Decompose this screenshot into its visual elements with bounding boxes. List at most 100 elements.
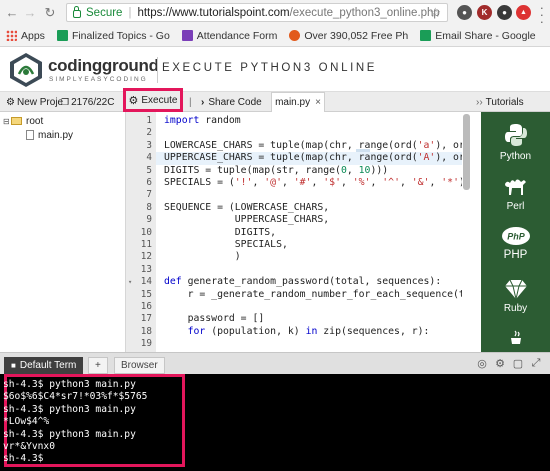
add-label: +	[95, 360, 101, 371]
fullscreen-icon[interactable]: ⤢	[528, 357, 544, 370]
line-number: 3	[146, 139, 152, 151]
forward-arrow-icon[interactable]: →	[20, 5, 40, 20]
lang-more[interactable]	[481, 330, 550, 349]
code-line: def generate_random_password(total, sequ…	[164, 276, 442, 288]
code-editor[interactable]: 1 2 3 4 5 6 7 8 9 10 11 12 13 14 ▾ 15 16 17 18 19 import ra…	[126, 112, 472, 352]
collapse-arrows-icon: ››	[476, 96, 483, 108]
bookmark-email-share[interactable]: Email Share - Google	[420, 29, 536, 42]
share-code-button[interactable]: › Share Code	[201, 92, 262, 112]
editor-scrollbar[interactable]	[463, 114, 470, 190]
terminal-line: sh-4.3$ python3 main.py	[3, 403, 136, 415]
project-id-button[interactable]: ❒ 2176/22C	[61, 92, 114, 112]
tree-item-main-py[interactable]: main.py	[0, 128, 125, 142]
lang-label: Python	[499, 151, 532, 162]
share-code-label: Share Code	[208, 96, 262, 108]
extension-icon[interactable]: ●	[457, 5, 472, 20]
tutorials-label: Tutorials	[485, 96, 524, 108]
line-number: 10	[140, 226, 152, 238]
tab-label: Default Term	[19, 360, 77, 371]
lang-label: Ruby	[503, 303, 528, 314]
execute-label: Execute	[141, 94, 178, 106]
line-number: 11	[140, 239, 152, 250]
bookmark-apps[interactable]: Apps	[6, 30, 45, 42]
line-number: 8	[146, 201, 152, 213]
collapse-minus-icon[interactable]: ⊟	[3, 117, 11, 126]
bookmark-label: Apps	[21, 29, 45, 42]
svg-text:PhP: PhP	[507, 232, 526, 242]
terminal-tab-bar: ■ Default Term + Browser ◎ ⚙ ▢ ⤢	[0, 352, 550, 374]
tab-label: main.py	[275, 97, 311, 108]
java-cup-icon	[510, 330, 521, 344]
code-line: password = []	[164, 313, 265, 325]
fold-arrow-icon[interactable]: ▾	[128, 278, 132, 286]
tab-browser[interactable]: Browser	[114, 357, 165, 374]
code-line: UPPERCASE_CHARS = tuple(map(chr, range(o…	[156, 152, 462, 165]
tutorials-sidebar: Python Perl PhP PHP Ruby	[481, 112, 550, 352]
terminal-output[interactable]: sh-4.3$ python3 main.py $6o$%6$C4*sr7!*03…	[0, 374, 550, 471]
code-line: DIGITS,	[164, 226, 277, 238]
browser-address-bar: ← → ↻ Secure | https://www.tutorialspoin…	[0, 0, 550, 28]
maximize-icon[interactable]: ▢	[510, 357, 526, 370]
line-number: 15	[140, 288, 152, 300]
photo-site-icon	[289, 30, 301, 41]
file-icon	[26, 130, 34, 140]
code-line: r = _generate_random_number_for_each_seq…	[164, 288, 462, 300]
codingground-logo-icon[interactable]	[8, 52, 44, 88]
back-arrow-icon[interactable]: ←	[2, 5, 22, 20]
code-line: LOWERCASE_CHARS = tuple(map(chr, range(o…	[164, 139, 462, 151]
php-logo-icon: PhP	[501, 227, 530, 245]
bookmark-free-photos[interactable]: Over 390,052 Free Ph	[289, 30, 408, 42]
lang-php[interactable]: PhP PHP	[481, 226, 550, 261]
tree-item-label: main.py	[38, 129, 74, 141]
project-id-label: 2176/22C	[71, 96, 115, 108]
code-area[interactable]: import random LOWERCASE_CHARS = tuple(map…	[156, 112, 462, 352]
line-number: 16	[140, 301, 152, 312]
line-number: 19	[140, 338, 152, 350]
terminal-line: sh-4.3$	[3, 453, 44, 465]
lang-label: Perl	[506, 201, 525, 212]
toolbar-separator: |	[189, 96, 192, 108]
code-line: import random	[164, 115, 241, 126]
bookmark-attendance-form[interactable]: Attendance Form	[181, 30, 277, 42]
lang-ruby[interactable]: Ruby	[481, 278, 550, 314]
browser-menu-icon[interactable]: · · ·	[540, 1, 544, 28]
url-host: https://www.tutorialspoint.com	[137, 6, 290, 19]
close-icon[interactable]: ×	[315, 97, 321, 108]
add-terminal-button[interactable]: +	[88, 357, 108, 374]
gear-icon: ⚙	[128, 94, 139, 107]
bookmark-label: Email Share - Google	[435, 29, 536, 42]
bookmark-label: Over 390,052 Free Ph	[304, 29, 409, 42]
settings-icon[interactable]: ⚙	[492, 357, 508, 370]
terminal-icons: ◎ ⚙ ▢ ⤢	[472, 357, 544, 370]
tutorials-header[interactable]: ›› Tutorials	[470, 92, 550, 112]
url-path: /execute_python3_online.php	[289, 6, 440, 19]
bookmark-finalized-topics[interactable]: Finalized Topics - Go	[56, 30, 170, 42]
gear-icon: ⚙	[6, 96, 15, 108]
extension-dark-icon[interactable]: ●	[497, 5, 512, 20]
tab-label: Browser	[121, 360, 158, 371]
terminal-line: vr*&Yvnx0	[3, 441, 55, 452]
k-extension-icon[interactable]: K	[477, 5, 492, 20]
tab-main-py[interactable]: main.py ×	[271, 92, 325, 112]
lock-icon	[73, 5, 81, 18]
line-number: 6	[146, 177, 152, 188]
lang-python[interactable]: Python	[481, 122, 550, 162]
line-number: 5	[146, 164, 152, 176]
extension-red-icon[interactable]: ▲	[516, 5, 531, 20]
reload-icon[interactable]: ↻	[40, 5, 60, 21]
line-number: 14	[140, 276, 152, 288]
globe-icon[interactable]: ◎	[474, 357, 490, 370]
share-arrow-icon: ›	[201, 96, 205, 108]
execute-button[interactable]: ⚙ Execute	[123, 88, 183, 112]
tab-default-term[interactable]: ■ Default Term	[4, 357, 84, 374]
lang-perl[interactable]: Perl	[481, 174, 550, 212]
bookmark-star-icon[interactable]: ☆	[429, 5, 441, 21]
page-title: EXECUTE PYTHON3 ONLINE	[162, 62, 378, 74]
tree-item-root[interactable]: ⊟ root	[0, 114, 125, 128]
sheets-icon	[56, 30, 68, 41]
url-bar[interactable]: Secure | https://www.tutorialspoint.com …	[66, 3, 448, 22]
new-project-label: New Proje	[16, 96, 64, 108]
new-project-button[interactable]: ⚙ New Proje	[6, 92, 63, 112]
